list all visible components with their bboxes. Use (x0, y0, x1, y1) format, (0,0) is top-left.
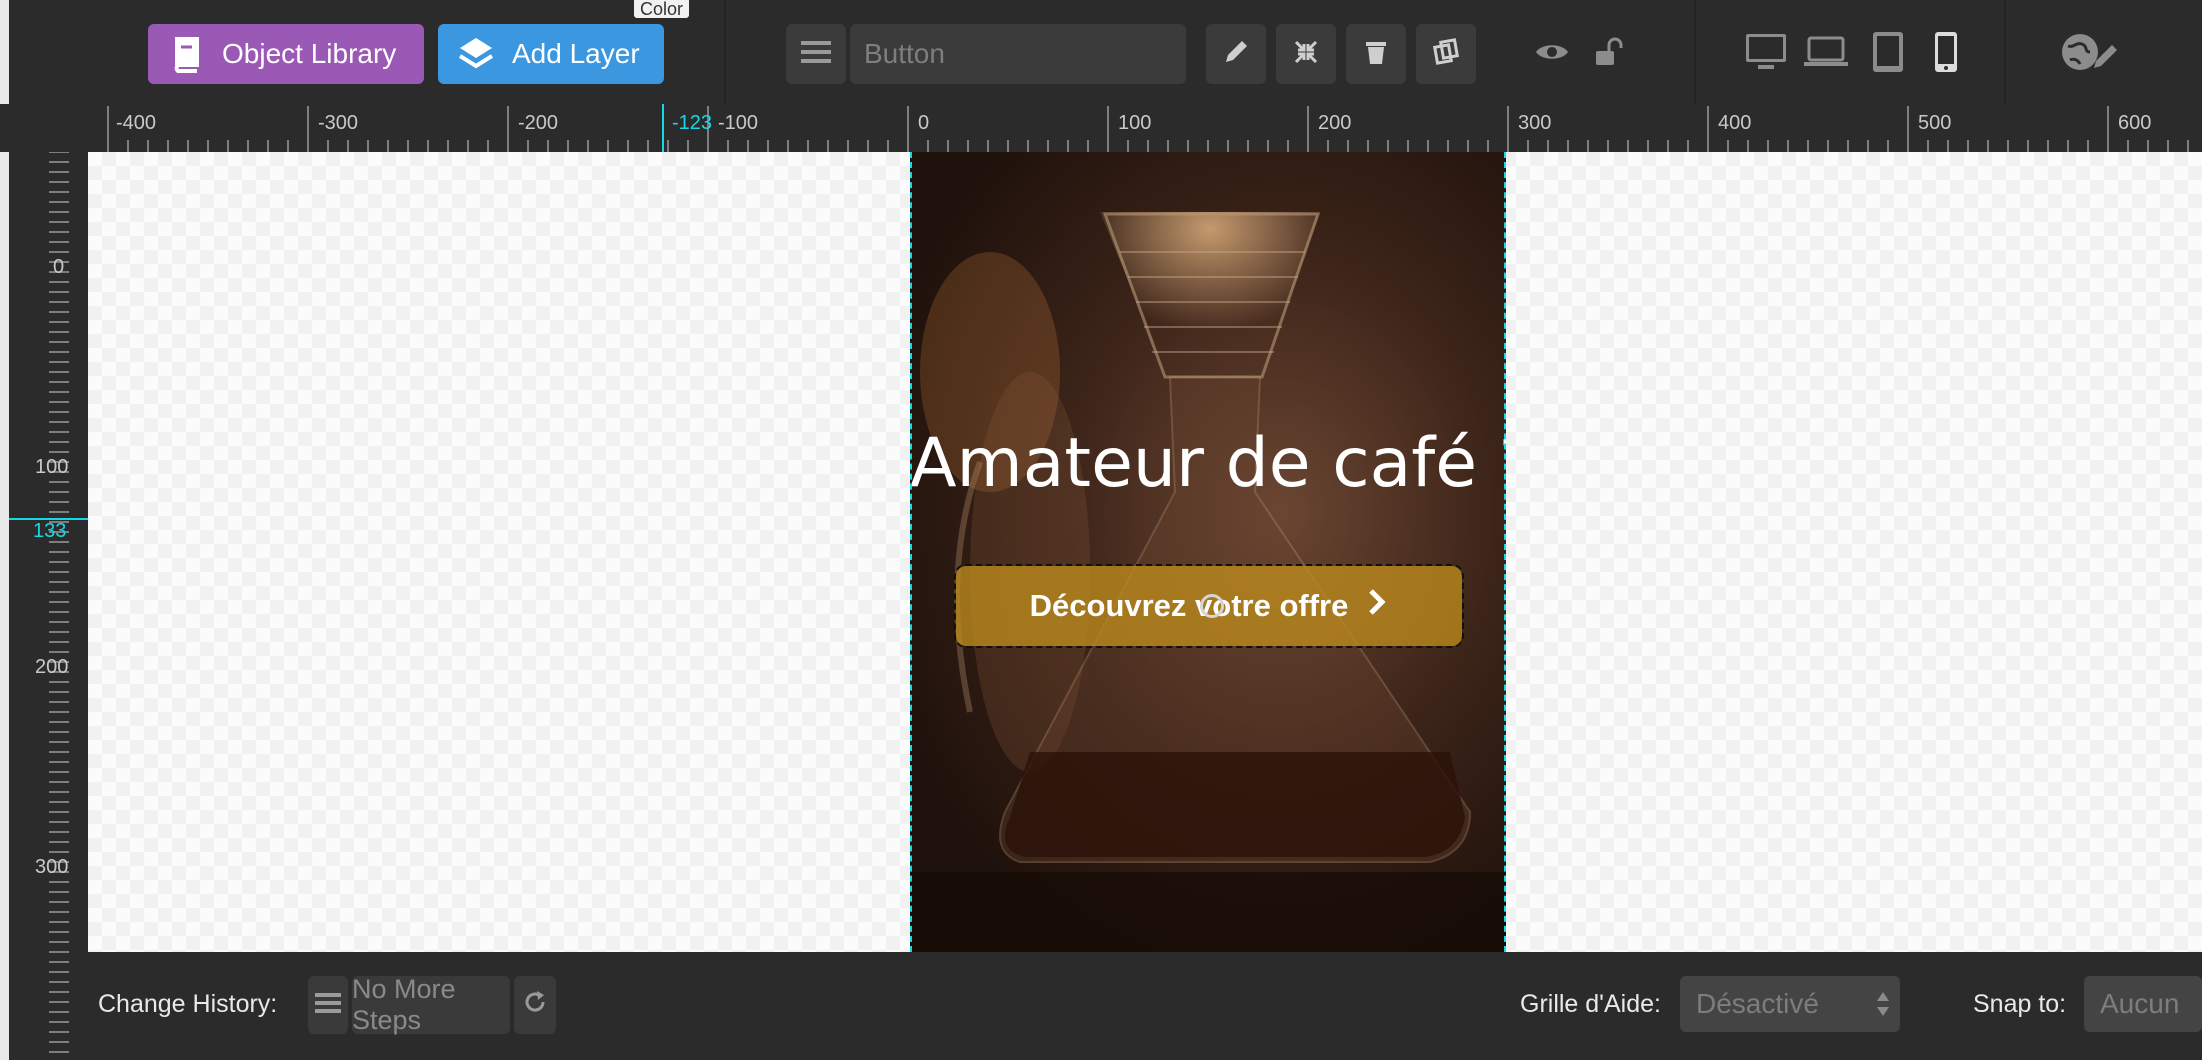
copy-icon (1432, 37, 1460, 71)
refresh-icon (522, 989, 548, 1022)
visibility-toggle[interactable] (1530, 32, 1574, 76)
add-layer-label: Add Layer (512, 38, 640, 69)
toolbar-divider (724, 0, 726, 104)
layers-icon (454, 32, 498, 76)
vertical-ruler-ticks (49, 152, 69, 1053)
ruler-label: 100 (1118, 112, 1152, 134)
change-history-label: Change History: (98, 990, 278, 1018)
globe-pencil-icon (2060, 30, 2120, 79)
pencil-icon (1222, 38, 1250, 71)
select-arrows-icon (1876, 990, 1890, 1025)
layer-list-button[interactable] (786, 24, 846, 84)
ruler-guide-vertical[interactable] (662, 104, 664, 152)
top-toolbar: Object Library Add Layer Color Button (0, 0, 2202, 1060)
ruler-label: 500 (1918, 112, 1952, 134)
history-reset-button[interactable] (514, 976, 556, 1034)
layer-name-placeholder: Button (864, 38, 945, 69)
ruler-cursor-label: -123 (672, 112, 713, 134)
ruler-label: -200 (518, 112, 559, 134)
toolbar-divider (2004, 0, 2006, 104)
ruler-label: 200 (35, 656, 69, 678)
chevron-right-icon (1366, 587, 1388, 626)
bottom-bar: Change History: No More Steps Grille d'A… (88, 952, 2202, 1060)
object-library-button[interactable]: Object Library (148, 24, 424, 84)
history-list-button[interactable] (308, 976, 348, 1034)
laptop-view-button[interactable] (1804, 32, 1848, 76)
mobile-view-button[interactable] (1924, 30, 1968, 79)
grid-label: Grille d'Aide: (1520, 990, 1661, 1018)
window-edge (0, 0, 9, 1060)
coffee-background-image (910, 212, 1506, 952)
eye-icon (1534, 40, 1570, 69)
duplicate-layer-button[interactable] (1416, 24, 1476, 84)
unlock-icon (1593, 37, 1623, 72)
snap-select[interactable]: Aucun (2084, 976, 2202, 1032)
add-layer-button[interactable]: Add Layer (438, 24, 664, 84)
ruler-label: 300 (1518, 112, 1552, 134)
ruler-label: -300 (318, 112, 359, 134)
mobile-icon (1933, 30, 1959, 79)
snap-label: Snap to: (1973, 990, 2067, 1018)
toolbar-divider (1694, 0, 1696, 104)
horizontal-ruler: -400 -300 -200 -100 0 100 200 300 400 50… (0, 104, 2202, 152)
tablet-view-button[interactable] (1866, 30, 1910, 79)
collapse-button[interactable] (1276, 24, 1336, 84)
hamburger-icon (315, 990, 341, 1021)
vertical-ruler: 0 100 200 300 133 (9, 152, 88, 1060)
slide-headline[interactable]: Amateur de café ? (910, 424, 1506, 503)
lock-toggle[interactable] (1586, 32, 1630, 76)
trash-icon (1364, 38, 1388, 71)
hamburger-icon (801, 39, 831, 70)
crosshair-icon[interactable] (1200, 594, 1224, 618)
snap-select-value: Aucun (2100, 988, 2180, 1019)
desktop-view-button[interactable] (1744, 32, 1788, 76)
slide-stage[interactable]: Amateur de café ? Découvrez votre offre (910, 152, 1506, 952)
ruler-label: 0 (53, 256, 65, 278)
object-library-label: Object Library (222, 38, 397, 69)
ruler-label: 0 (918, 112, 930, 134)
layer-name-input[interactable]: Button (850, 24, 1186, 84)
laptop-icon (1803, 36, 1849, 73)
grid-select[interactable]: Désactivé (1680, 976, 1900, 1032)
ruler-label: 600 (2118, 112, 2152, 134)
desktop-icon (1744, 32, 1788, 77)
grid-select-value: Désactivé (1696, 988, 1819, 1019)
cta-button-label: Découvrez votre offre (1029, 588, 1349, 623)
ruler-guide-horizontal[interactable] (9, 518, 88, 520)
color-tooltip: Color (634, 0, 690, 18)
ruler-label: 100 (35, 456, 69, 478)
compress-icon (1292, 38, 1320, 71)
ruler-cursor-label: 133 (33, 520, 67, 542)
ruler-label: -100 (718, 112, 759, 134)
delete-layer-button[interactable] (1346, 24, 1406, 84)
tablet-icon (1871, 30, 1905, 79)
book-icon (164, 32, 208, 76)
history-steps-value: No More Steps (352, 974, 456, 1035)
ruler-label: 400 (1718, 112, 1752, 134)
ruler-label: 300 (35, 856, 69, 878)
global-edit-button[interactable] (2060, 32, 2120, 76)
ruler-label: 200 (1318, 112, 1352, 134)
ruler-label: -400 (116, 112, 157, 134)
edit-layer-button[interactable] (1206, 24, 1266, 84)
history-steps-field: No More Steps (352, 974, 510, 1035)
